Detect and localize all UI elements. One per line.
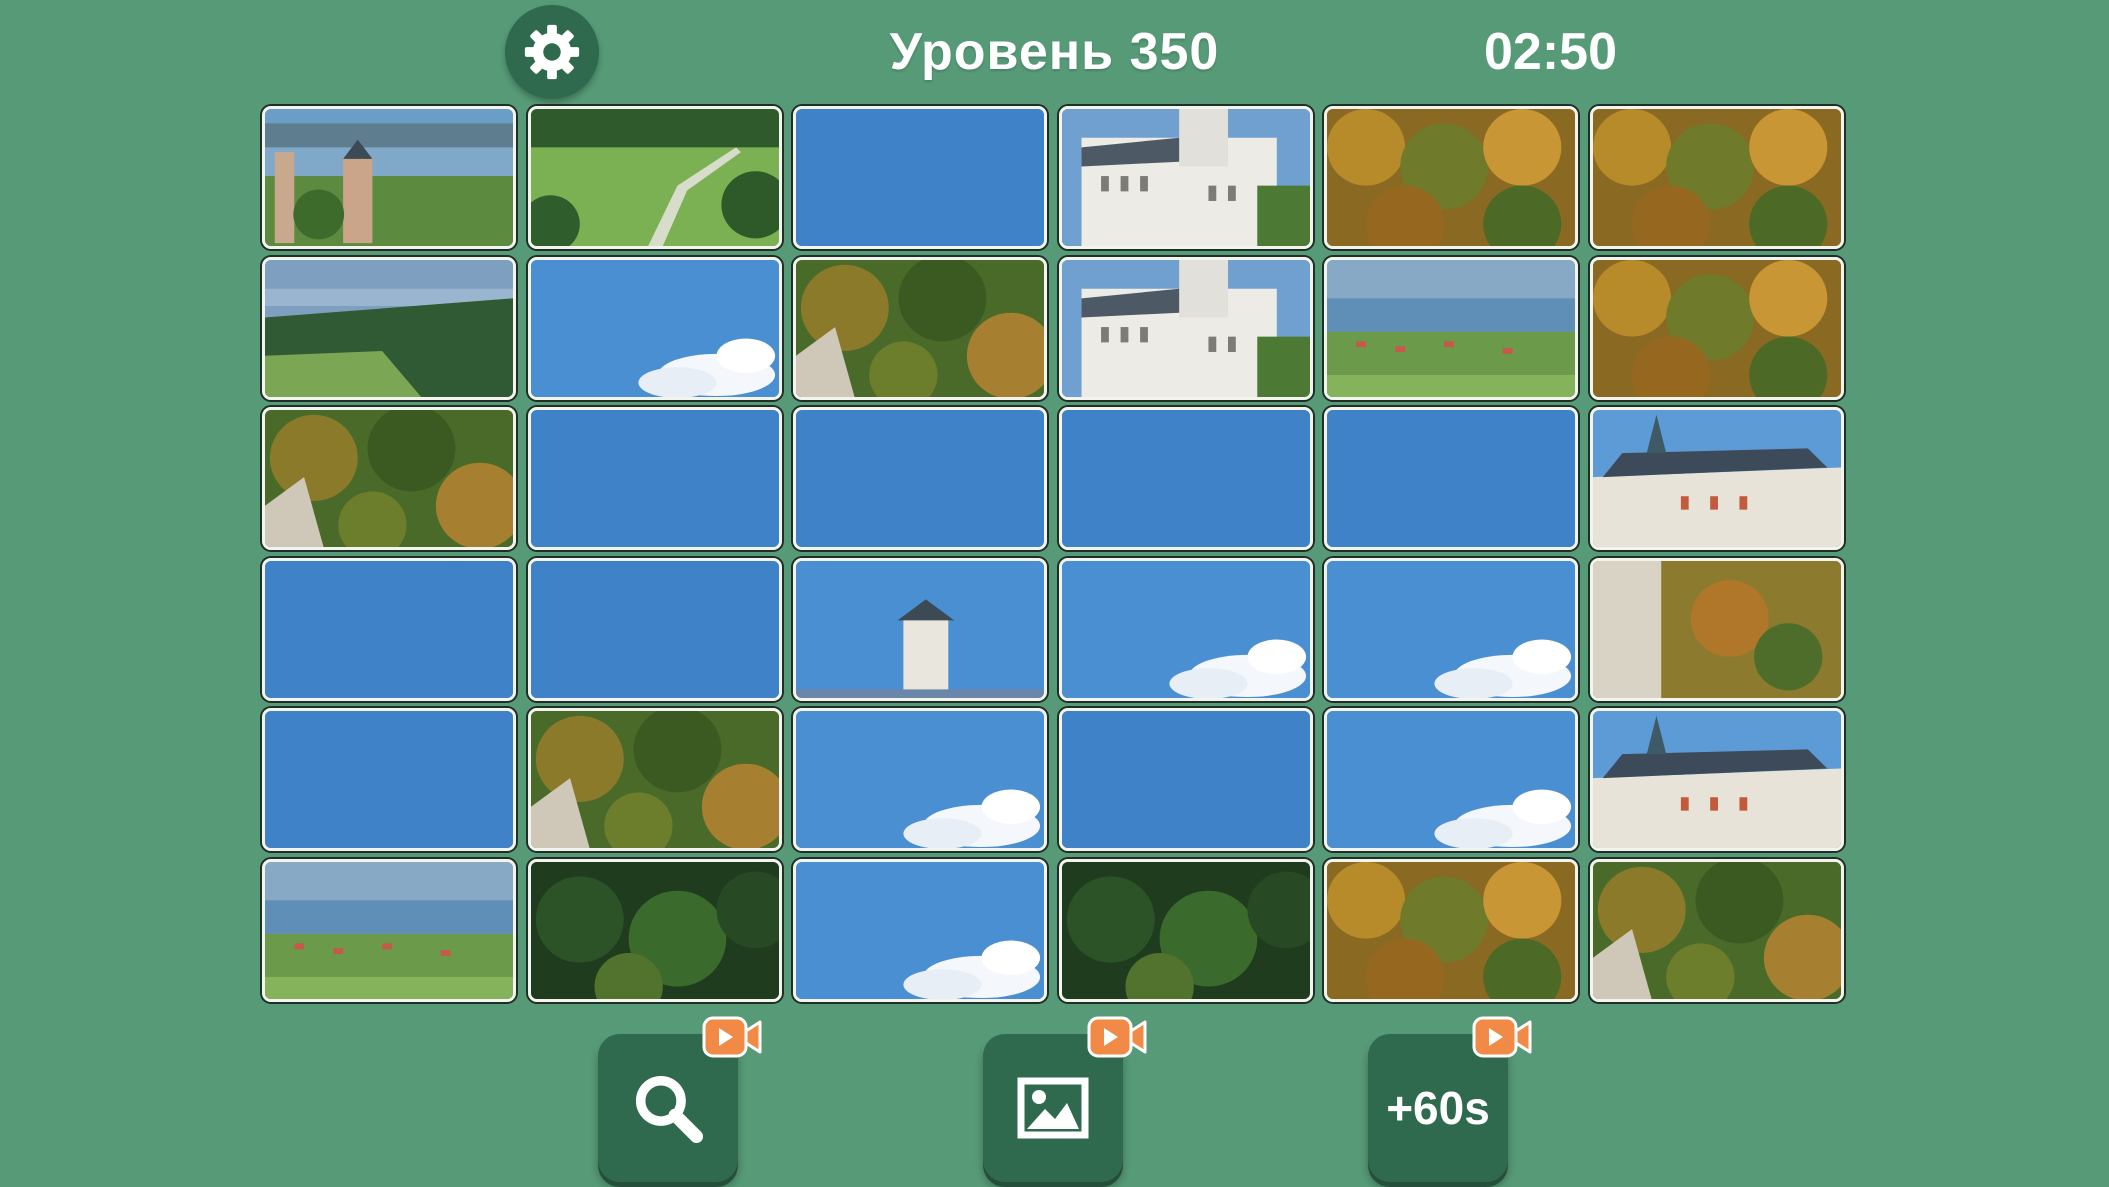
puzzle-tile[interactable] bbox=[1590, 859, 1844, 1002]
puzzle-tile[interactable] bbox=[1324, 859, 1578, 1002]
puzzle-tile[interactable] bbox=[1059, 106, 1313, 249]
puzzle-tile[interactable] bbox=[262, 106, 516, 249]
puzzle-tile[interactable] bbox=[528, 708, 782, 851]
puzzle-tile[interactable] bbox=[1324, 106, 1578, 249]
puzzle-tile[interactable] bbox=[1324, 558, 1578, 701]
preview-image-button[interactable] bbox=[983, 1016, 1147, 1182]
puzzle-tile[interactable] bbox=[1059, 407, 1313, 550]
puzzle-tile[interactable] bbox=[1590, 106, 1844, 249]
puzzle-tile[interactable] bbox=[1059, 708, 1313, 851]
puzzle-tile[interactable] bbox=[1324, 708, 1578, 851]
puzzle-tile[interactable] bbox=[1324, 407, 1578, 550]
puzzle-tile[interactable] bbox=[1324, 257, 1578, 400]
video-ad-icon bbox=[702, 1016, 762, 1058]
puzzle-tile[interactable] bbox=[262, 407, 516, 550]
puzzle-tile[interactable] bbox=[1590, 257, 1844, 400]
zoom-hint-button[interactable] bbox=[598, 1016, 762, 1182]
search-icon bbox=[635, 1075, 704, 1144]
image-icon bbox=[1017, 1077, 1089, 1139]
puzzle-tile[interactable] bbox=[528, 859, 782, 1002]
puzzle-tile[interactable] bbox=[528, 407, 782, 550]
add-time-button[interactable]: +60s bbox=[1368, 1016, 1532, 1182]
puzzle-tile[interactable] bbox=[528, 558, 782, 701]
video-ad-icon bbox=[1472, 1016, 1532, 1058]
add-time-label: +60s bbox=[1386, 1082, 1490, 1134]
video-ad-icon bbox=[1087, 1016, 1147, 1058]
puzzle-tile[interactable] bbox=[1059, 257, 1313, 400]
puzzle-tile[interactable] bbox=[262, 708, 516, 851]
puzzle-tile[interactable] bbox=[1059, 558, 1313, 701]
puzzle-tile[interactable] bbox=[793, 407, 1047, 550]
puzzle-tile[interactable] bbox=[528, 257, 782, 400]
puzzle-tile[interactable] bbox=[793, 558, 1047, 701]
puzzle-tile[interactable] bbox=[1590, 558, 1844, 701]
countdown-timer: 02:50 bbox=[1484, 23, 1617, 81]
level-title: Уровень 350 bbox=[889, 23, 1220, 81]
puzzle-tile[interactable] bbox=[262, 257, 516, 400]
puzzle-tile[interactable] bbox=[793, 859, 1047, 1002]
puzzle-tile[interactable] bbox=[262, 859, 516, 1002]
puzzle-board bbox=[262, 106, 1845, 1006]
puzzle-tile[interactable] bbox=[1059, 859, 1313, 1002]
puzzle-tile[interactable] bbox=[793, 106, 1047, 249]
puzzle-tile[interactable] bbox=[793, 708, 1047, 851]
puzzle-tile[interactable] bbox=[528, 106, 782, 249]
puzzle-tile[interactable] bbox=[793, 257, 1047, 400]
puzzle-tile[interactable] bbox=[1590, 407, 1844, 550]
puzzle-tile[interactable] bbox=[262, 558, 516, 701]
puzzle-tile[interactable] bbox=[1590, 708, 1844, 851]
